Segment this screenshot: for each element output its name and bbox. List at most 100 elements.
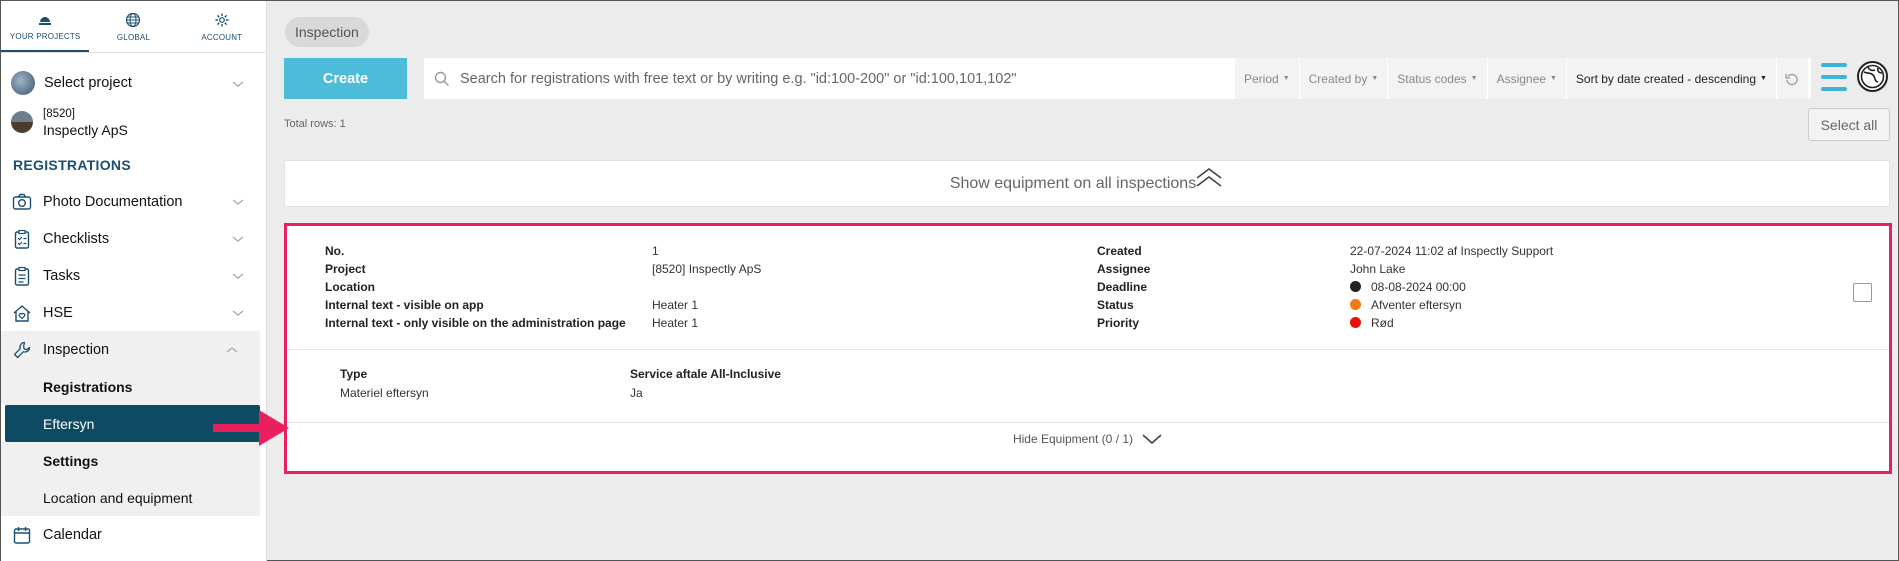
project-avatar bbox=[11, 111, 33, 133]
project-globe-icon bbox=[11, 71, 35, 95]
double-chevron-up-icon bbox=[1196, 167, 1222, 187]
menu-tasks[interactable]: Tasks bbox=[1, 257, 266, 294]
tab-your-projects[interactable]: YOUR PROJECTS bbox=[1, 1, 90, 52]
inspectly-logo-icon bbox=[1857, 61, 1888, 92]
caret-down-icon: ▼ bbox=[1549, 75, 1557, 82]
select-all-button[interactable]: Select all bbox=[1808, 108, 1890, 141]
value-location bbox=[652, 278, 761, 296]
chevron-down-icon bbox=[232, 270, 244, 282]
label-internal-admin: Internal text - only visible on the admi… bbox=[325, 316, 626, 330]
caret-down-icon: ▼ bbox=[1470, 75, 1478, 82]
camera-icon bbox=[11, 191, 33, 213]
created-by-filter[interactable]: Created by ▼ bbox=[1298, 58, 1388, 99]
sort-label: Sort by date created - descending bbox=[1575, 71, 1757, 86]
assignee-filter[interactable]: Assignee ▼ bbox=[1486, 58, 1566, 99]
period-filter[interactable]: Period ▼ bbox=[1234, 58, 1299, 99]
value-project: [8520] Inspectly ApS bbox=[652, 262, 762, 276]
status-codes-filter[interactable]: Status codes ▼ bbox=[1387, 58, 1487, 99]
submenu-registrations[interactable]: Registrations bbox=[1, 368, 260, 405]
chevron-up-icon bbox=[226, 344, 238, 356]
menu-hse[interactable]: HSE bbox=[1, 294, 266, 331]
search-toolbar: Period▼ Created by▼ Status codes▼ Assign… bbox=[424, 58, 1811, 99]
deadline-dot-icon bbox=[1350, 281, 1361, 292]
search-input[interactable] bbox=[460, 70, 1220, 87]
search-icon bbox=[434, 71, 449, 86]
total-rows: Total rows: 1 bbox=[284, 118, 346, 130]
menu-calendar[interactable]: Calendar bbox=[1, 516, 266, 553]
value-status: Afventer eftersyn bbox=[1350, 296, 1553, 314]
hardhat-icon bbox=[39, 16, 52, 25]
reset-filters-button[interactable] bbox=[1775, 58, 1808, 99]
divider bbox=[287, 349, 1889, 350]
project-id: [8520] bbox=[43, 108, 75, 120]
clipboard-check-icon bbox=[11, 228, 33, 250]
top-navigation: YOUR PROJECTS GLOBAL ACCOUNT bbox=[1, 1, 266, 53]
filter-label: Status codes bbox=[1397, 71, 1467, 86]
select-project-label: Select project bbox=[44, 75, 132, 91]
calendar-icon bbox=[11, 524, 33, 546]
undo-icon bbox=[1785, 73, 1799, 85]
row-select-checkbox[interactable] bbox=[1853, 283, 1872, 302]
caret-down-icon: ▼ bbox=[1282, 75, 1290, 82]
caret-down-icon: ▼ bbox=[1760, 75, 1767, 82]
divider bbox=[287, 422, 1889, 423]
sidebar: YOUR PROJECTS GLOBAL ACCOUNT Select proj… bbox=[1, 1, 267, 561]
chevron-down-icon bbox=[232, 307, 244, 319]
menu-label: HSE bbox=[43, 304, 73, 321]
label-deadline: Deadline bbox=[1097, 280, 1148, 294]
menu-label: Calendar bbox=[43, 526, 102, 543]
tab-account[interactable]: ACCOUNT bbox=[178, 1, 266, 52]
menu-label: Inspection bbox=[43, 341, 110, 358]
registrations-heading: REGISTRATIONS bbox=[13, 157, 131, 173]
value-internal-admin: Heater 1 bbox=[652, 316, 699, 330]
value-internal-app: Heater 1 bbox=[652, 298, 699, 312]
submenu-location-and-equipment[interactable]: Location and equipment bbox=[1, 479, 260, 516]
label-no: No. bbox=[325, 244, 345, 258]
menu-label: Photo Documentation bbox=[43, 193, 183, 210]
status-text: Afventer eftersyn bbox=[1371, 298, 1462, 312]
service-agreement-header: Service aftale All-Inclusive bbox=[630, 367, 781, 381]
label-created: Created bbox=[1097, 244, 1142, 258]
filter-label: Period bbox=[1244, 71, 1279, 86]
hamburger-menu-icon[interactable] bbox=[1821, 63, 1847, 91]
breadcrumb[interactable]: Inspection bbox=[285, 17, 369, 47]
project-name: Inspectly ApS bbox=[43, 122, 128, 138]
create-button[interactable]: Create bbox=[284, 58, 407, 99]
value-deadline: 08-08-2024 00:00 bbox=[1350, 278, 1553, 296]
status-dot-icon bbox=[1350, 299, 1361, 310]
filter-label: Created by bbox=[1308, 71, 1368, 86]
search-field[interactable] bbox=[424, 58, 1234, 99]
label-internal-app: Internal text - visible on app bbox=[325, 298, 484, 312]
menu-checklists[interactable]: Checklists bbox=[1, 220, 266, 257]
current-project[interactable]: [8520] Inspectly ApS bbox=[1, 103, 266, 141]
tab-label: YOUR PROJECTS bbox=[9, 31, 81, 41]
clipboard-list-icon bbox=[11, 265, 33, 287]
label-status: Status bbox=[1097, 298, 1134, 312]
service-agreement-value: Ja bbox=[630, 386, 643, 400]
hide-equipment-toggle[interactable]: Hide Equipment (0 / 1) bbox=[287, 424, 1889, 454]
globe-icon bbox=[126, 12, 141, 27]
tab-label: ACCOUNT bbox=[201, 32, 243, 42]
chevron-down-icon bbox=[232, 233, 244, 245]
priority-dot-icon bbox=[1350, 317, 1361, 328]
label-assignee: Assignee bbox=[1097, 262, 1151, 276]
show-equipment-toggle[interactable]: Show equipment on all inspections bbox=[284, 160, 1890, 207]
annotation-arrow-icon bbox=[213, 410, 289, 446]
chevron-down-icon bbox=[232, 77, 244, 89]
menu-label: Checklists bbox=[43, 230, 110, 247]
tab-global[interactable]: GLOBAL bbox=[89, 1, 177, 52]
house-heart-icon bbox=[11, 302, 33, 324]
show-equipment-label: Show equipment on all inspections bbox=[949, 174, 1197, 192]
label-project: Project bbox=[325, 262, 366, 276]
menu-photo-documentation[interactable]: Photo Documentation bbox=[1, 183, 266, 220]
value-priority: Rød bbox=[1350, 314, 1553, 332]
chevron-down-icon bbox=[232, 196, 244, 208]
inspection-card[interactable]: No. Project Location Internal text - vis… bbox=[287, 226, 1889, 471]
main-content: Inspection Create Period▼ Created by▼ St… bbox=[267, 1, 1898, 561]
menu-inspection[interactable]: Inspection bbox=[1, 331, 260, 368]
caret-down-icon: ▼ bbox=[1371, 75, 1379, 82]
equipment-type-header: Type bbox=[340, 367, 368, 381]
gear-icon bbox=[215, 13, 229, 26]
sort-dropdown[interactable]: Sort by date created - descending ▼ bbox=[1565, 58, 1776, 99]
deadline-text: 08-08-2024 00:00 bbox=[1371, 280, 1466, 294]
